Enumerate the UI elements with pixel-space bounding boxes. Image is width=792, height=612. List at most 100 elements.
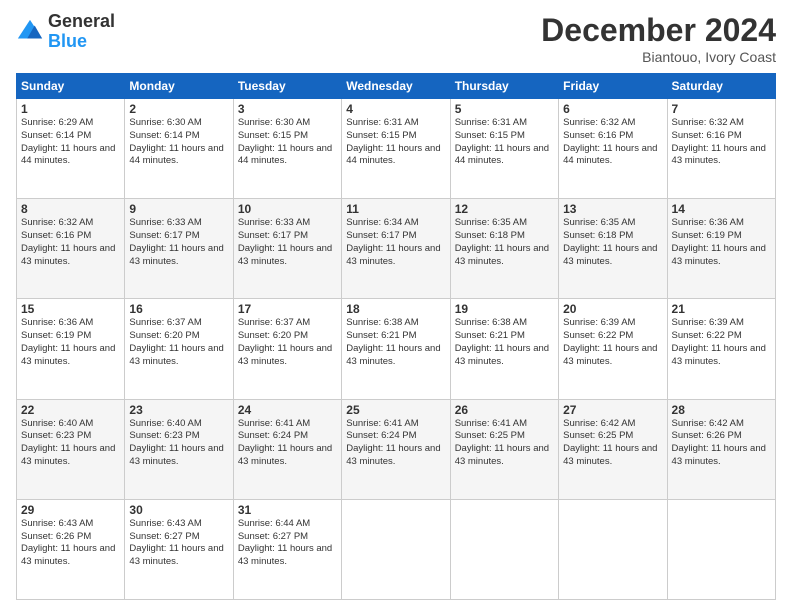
table-row: 26Sunrise: 6:41 AMSunset: 6:25 PMDayligh… — [450, 399, 558, 499]
day-info: Sunrise: 6:42 AMSunset: 6:25 PMDaylight:… — [563, 418, 662, 469]
title-block: December 2024 Biantouo, Ivory Coast — [541, 12, 776, 65]
table-row: 11Sunrise: 6:34 AMSunset: 6:17 PMDayligh… — [342, 199, 450, 299]
day-number: 22 — [21, 403, 120, 417]
col-wednesday: Wednesday — [342, 74, 450, 99]
page: General Blue December 2024 Biantouo, Ivo… — [0, 0, 792, 612]
day-info: Sunrise: 6:36 AMSunset: 6:19 PMDaylight:… — [672, 217, 771, 268]
day-info: Sunrise: 6:41 AMSunset: 6:25 PMDaylight:… — [455, 418, 554, 469]
table-row: 29Sunrise: 6:43 AMSunset: 6:26 PMDayligh… — [17, 499, 125, 599]
day-info: Sunrise: 6:37 AMSunset: 6:20 PMDaylight:… — [129, 317, 228, 368]
day-number: 15 — [21, 302, 120, 316]
header: General Blue December 2024 Biantouo, Ivo… — [16, 12, 776, 65]
day-number: 1 — [21, 102, 120, 116]
day-info: Sunrise: 6:39 AMSunset: 6:22 PMDaylight:… — [563, 317, 662, 368]
logo: General Blue — [16, 12, 115, 52]
day-number: 23 — [129, 403, 228, 417]
calendar-week-row: 15Sunrise: 6:36 AMSunset: 6:19 PMDayligh… — [17, 299, 776, 399]
day-number: 25 — [346, 403, 445, 417]
table-row: 12Sunrise: 6:35 AMSunset: 6:18 PMDayligh… — [450, 199, 558, 299]
day-info: Sunrise: 6:31 AMSunset: 6:15 PMDaylight:… — [346, 117, 445, 168]
day-info: Sunrise: 6:32 AMSunset: 6:16 PMDaylight:… — [672, 117, 771, 168]
table-row: 19Sunrise: 6:38 AMSunset: 6:21 PMDayligh… — [450, 299, 558, 399]
day-number: 8 — [21, 202, 120, 216]
day-info: Sunrise: 6:36 AMSunset: 6:19 PMDaylight:… — [21, 317, 120, 368]
day-number: 4 — [346, 102, 445, 116]
table-row: 8Sunrise: 6:32 AMSunset: 6:16 PMDaylight… — [17, 199, 125, 299]
day-info: Sunrise: 6:40 AMSunset: 6:23 PMDaylight:… — [129, 418, 228, 469]
day-number: 13 — [563, 202, 662, 216]
table-row: 24Sunrise: 6:41 AMSunset: 6:24 PMDayligh… — [233, 399, 341, 499]
table-row: 15Sunrise: 6:36 AMSunset: 6:19 PMDayligh… — [17, 299, 125, 399]
table-row: 17Sunrise: 6:37 AMSunset: 6:20 PMDayligh… — [233, 299, 341, 399]
logo-general-text: General — [48, 12, 115, 32]
day-number: 31 — [238, 503, 337, 517]
calendar-week-row: 1Sunrise: 6:29 AMSunset: 6:14 PMDaylight… — [17, 99, 776, 199]
logo-icon — [16, 18, 44, 46]
table-row: 3Sunrise: 6:30 AMSunset: 6:15 PMDaylight… — [233, 99, 341, 199]
day-number: 19 — [455, 302, 554, 316]
day-info: Sunrise: 6:29 AMSunset: 6:14 PMDaylight:… — [21, 117, 120, 168]
day-number: 30 — [129, 503, 228, 517]
day-number: 12 — [455, 202, 554, 216]
day-info: Sunrise: 6:34 AMSunset: 6:17 PMDaylight:… — [346, 217, 445, 268]
day-number: 18 — [346, 302, 445, 316]
col-monday: Monday — [125, 74, 233, 99]
day-info: Sunrise: 6:38 AMSunset: 6:21 PMDaylight:… — [346, 317, 445, 368]
calendar-table: Sunday Monday Tuesday Wednesday Thursday… — [16, 73, 776, 600]
col-sunday: Sunday — [17, 74, 125, 99]
table-row: 18Sunrise: 6:38 AMSunset: 6:21 PMDayligh… — [342, 299, 450, 399]
col-saturday: Saturday — [667, 74, 775, 99]
day-info: Sunrise: 6:40 AMSunset: 6:23 PMDaylight:… — [21, 418, 120, 469]
table-row: 10Sunrise: 6:33 AMSunset: 6:17 PMDayligh… — [233, 199, 341, 299]
day-number: 2 — [129, 102, 228, 116]
day-info: Sunrise: 6:30 AMSunset: 6:14 PMDaylight:… — [129, 117, 228, 168]
table-row: 2Sunrise: 6:30 AMSunset: 6:14 PMDaylight… — [125, 99, 233, 199]
day-number: 28 — [672, 403, 771, 417]
day-number: 6 — [563, 102, 662, 116]
day-number: 17 — [238, 302, 337, 316]
table-row: 27Sunrise: 6:42 AMSunset: 6:25 PMDayligh… — [559, 399, 667, 499]
day-info: Sunrise: 6:32 AMSunset: 6:16 PMDaylight:… — [21, 217, 120, 268]
day-info: Sunrise: 6:33 AMSunset: 6:17 PMDaylight:… — [238, 217, 337, 268]
day-number: 3 — [238, 102, 337, 116]
col-thursday: Thursday — [450, 74, 558, 99]
day-info: Sunrise: 6:33 AMSunset: 6:17 PMDaylight:… — [129, 217, 228, 268]
day-info: Sunrise: 6:32 AMSunset: 6:16 PMDaylight:… — [563, 117, 662, 168]
day-info: Sunrise: 6:41 AMSunset: 6:24 PMDaylight:… — [346, 418, 445, 469]
day-number: 27 — [563, 403, 662, 417]
table-row: 1Sunrise: 6:29 AMSunset: 6:14 PMDaylight… — [17, 99, 125, 199]
calendar-week-row: 22Sunrise: 6:40 AMSunset: 6:23 PMDayligh… — [17, 399, 776, 499]
day-info: Sunrise: 6:35 AMSunset: 6:18 PMDaylight:… — [563, 217, 662, 268]
logo-text: General Blue — [48, 12, 115, 52]
calendar-week-row: 8Sunrise: 6:32 AMSunset: 6:16 PMDaylight… — [17, 199, 776, 299]
day-number: 20 — [563, 302, 662, 316]
location-subtitle: Biantouo, Ivory Coast — [541, 49, 776, 65]
calendar-header-row: Sunday Monday Tuesday Wednesday Thursday… — [17, 74, 776, 99]
col-friday: Friday — [559, 74, 667, 99]
table-row — [667, 499, 775, 599]
table-row: 28Sunrise: 6:42 AMSunset: 6:26 PMDayligh… — [667, 399, 775, 499]
day-number: 9 — [129, 202, 228, 216]
day-number: 16 — [129, 302, 228, 316]
day-info: Sunrise: 6:39 AMSunset: 6:22 PMDaylight:… — [672, 317, 771, 368]
table-row — [450, 499, 558, 599]
day-info: Sunrise: 6:42 AMSunset: 6:26 PMDaylight:… — [672, 418, 771, 469]
day-info: Sunrise: 6:31 AMSunset: 6:15 PMDaylight:… — [455, 117, 554, 168]
day-info: Sunrise: 6:37 AMSunset: 6:20 PMDaylight:… — [238, 317, 337, 368]
table-row — [342, 499, 450, 599]
day-number: 5 — [455, 102, 554, 116]
day-number: 10 — [238, 202, 337, 216]
table-row: 22Sunrise: 6:40 AMSunset: 6:23 PMDayligh… — [17, 399, 125, 499]
table-row: 14Sunrise: 6:36 AMSunset: 6:19 PMDayligh… — [667, 199, 775, 299]
table-row: 31Sunrise: 6:44 AMSunset: 6:27 PMDayligh… — [233, 499, 341, 599]
day-number: 14 — [672, 202, 771, 216]
table-row: 13Sunrise: 6:35 AMSunset: 6:18 PMDayligh… — [559, 199, 667, 299]
logo-blue-text: Blue — [48, 32, 115, 52]
day-number: 24 — [238, 403, 337, 417]
table-row: 6Sunrise: 6:32 AMSunset: 6:16 PMDaylight… — [559, 99, 667, 199]
table-row — [559, 499, 667, 599]
day-info: Sunrise: 6:30 AMSunset: 6:15 PMDaylight:… — [238, 117, 337, 168]
table-row: 23Sunrise: 6:40 AMSunset: 6:23 PMDayligh… — [125, 399, 233, 499]
day-info: Sunrise: 6:35 AMSunset: 6:18 PMDaylight:… — [455, 217, 554, 268]
table-row: 7Sunrise: 6:32 AMSunset: 6:16 PMDaylight… — [667, 99, 775, 199]
